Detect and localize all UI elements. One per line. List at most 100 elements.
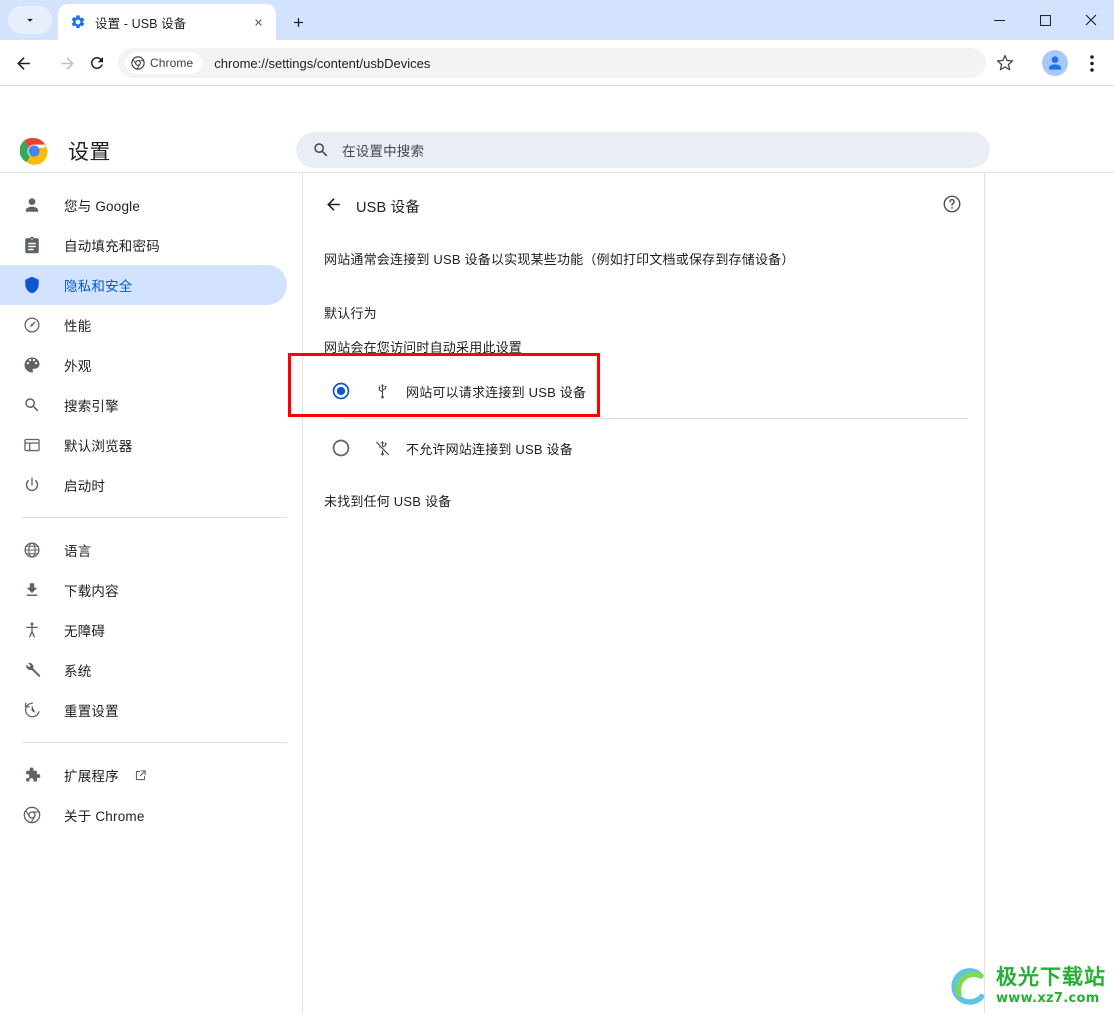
sidebar-item-label: 自动填充和密码 [64,239,160,254]
address-bar[interactable]: Chrome chrome://settings/content/usbDevi… [118,48,986,78]
sidebar-item-autofill-passwords[interactable]: 自动填充和密码 [0,225,287,265]
search-icon [22,395,42,415]
tab-strip: 设置 - USB 设备 [0,0,1114,40]
shield-icon [22,275,42,295]
browser-tab[interactable]: 设置 - USB 设备 [58,4,276,40]
window-maximize-button[interactable] [1022,0,1068,40]
sidebar-item-performance[interactable]: 性能 [0,305,287,345]
accessibility-icon [22,620,42,640]
content-divider [984,173,985,1013]
arrow-left-icon [326,197,340,211]
radio-unselected-icon [332,439,350,457]
search-icon [314,143,328,157]
sidebar-item-label: 默认浏览器 [64,439,133,454]
profile-avatar[interactable] [1042,50,1068,76]
reload-button[interactable] [82,48,112,78]
usb-off-icon [372,438,392,458]
sidebar-item-you-and-google[interactable]: 您与 Google [0,185,287,225]
sidebar-item-label: 启动时 [64,479,106,494]
settings-sidebar: 您与 Google 自动填充和密码 隐私和安全 性能 外观 搜索引擎 默认浏览器… [0,173,303,1013]
wrench-icon [22,660,42,680]
radio-selected-icon [332,382,350,400]
sidebar-item-label: 关于 Chrome [64,809,145,824]
plus-icon [293,17,303,27]
sidebar-item-on-startup[interactable]: 启动时 [0,465,287,505]
browser-toolbar: Chrome chrome://settings/content/usbDevi… [0,40,1114,86]
close-icon [254,18,262,26]
sidebar-item-label: 搜索引擎 [64,399,119,414]
sidebar-group-divider [22,742,287,743]
more-vertical-icon [1090,54,1094,72]
sidebar-item-about-chrome[interactable]: 关于 Chrome [0,795,287,835]
forward-button[interactable] [52,48,82,78]
watermark-text: 极光下载站 www.xz7.com [996,964,1106,1006]
empty-state-message: 未找到任何 USB 设备 [324,494,452,509]
maximize-icon [1039,14,1051,26]
watermark-logo-icon [951,967,985,1005]
person-icon [22,195,42,215]
back-button[interactable] [8,48,38,78]
person-icon [1049,56,1061,70]
power-icon [22,475,42,495]
back-button[interactable] [318,189,348,219]
sidebar-item-system[interactable]: 系统 [0,650,287,690]
sidebar-item-search-engine[interactable]: 搜索引擎 [0,385,287,425]
bookmark-star-button[interactable] [990,48,1020,78]
download-icon [22,580,42,600]
sidebar-item-default-browser[interactable]: 默认浏览器 [0,425,287,465]
sidebar-item-languages[interactable]: 语言 [0,530,287,570]
sidebar-item-label: 无障碍 [64,624,106,639]
tab-title: 设置 - USB 设备 [95,16,187,31]
settings-search-input[interactable]: 在设置中搜索 [296,132,990,168]
chrome-origin-chip: Chrome [125,52,203,74]
history-restore-icon [22,700,42,720]
speedometer-icon [22,315,42,335]
content-page-title: USB 设备 [356,200,421,216]
open-in-new-icon [133,768,148,783]
chrome-logo-icon [20,137,48,165]
chrome-chip-label: Chrome [150,56,194,70]
sidebar-item-label: 扩展程序 [64,769,119,784]
sidebar-item-reset-settings[interactable]: 重置设置 [0,690,287,730]
radio-option-allow-usb[interactable]: 网站可以请求连接到 USB 设备 [324,363,968,419]
arrow-right-icon [60,56,74,70]
watermark-url: www.xz7.com [996,990,1100,1006]
sidebar-item-label: 您与 Google [64,199,141,214]
sidebar-item-label: 重置设置 [64,704,119,719]
chrome-icon [131,56,145,70]
window-minimize-button[interactable] [976,0,1022,40]
radio-option-label: 网站可以请求连接到 USB 设备 [406,384,587,400]
palette-icon [22,355,42,375]
radio-option-block-usb[interactable]: 不允许网站连接到 USB 设备 [324,420,968,476]
sidebar-item-extensions[interactable]: 扩展程序 [0,755,287,795]
sidebar-item-label: 系统 [64,664,92,679]
url-text: chrome://settings/content/usbDevices [214,55,431,71]
sidebar-group-divider [22,517,287,518]
sidebar-item-appearance[interactable]: 外观 [0,345,287,385]
sidebar-item-accessibility[interactable]: 无障碍 [0,610,287,650]
settings-search-placeholder: 在设置中搜索 [342,144,425,159]
default-behavior-label: 默认行为 [324,306,377,321]
window-close-button[interactable] [1068,0,1114,40]
star-icon [996,54,1014,71]
usb-description: 网站通常会连接到 USB 设备以实现某些功能（例如打印文档或保存到存储设备） [324,252,795,267]
sidebar-divider [302,173,303,1013]
arrow-left-icon [16,56,30,70]
sidebar-item-privacy-security[interactable]: 隐私和安全 [0,265,287,305]
sidebar-item-label: 外观 [64,359,92,374]
chrome-icon [22,805,42,825]
globe-icon [22,540,42,560]
sidebar-item-downloads[interactable]: 下载内容 [0,570,287,610]
tab-close-button[interactable] [248,12,268,32]
puzzle-icon [22,765,42,785]
chevron-down-icon [27,18,33,22]
radio-option-label: 不允许网站连接到 USB 设备 [406,441,573,457]
sidebar-item-label: 隐私和安全 [64,279,133,294]
help-button[interactable] [939,191,965,217]
chrome-menu-button[interactable] [1078,48,1106,78]
page-title: 设置 [68,141,111,164]
watermark-title: 极光下载站 [996,964,1106,989]
new-tab-button[interactable] [284,8,312,36]
usb-icon [372,381,392,401]
tab-search-button[interactable] [8,6,52,34]
